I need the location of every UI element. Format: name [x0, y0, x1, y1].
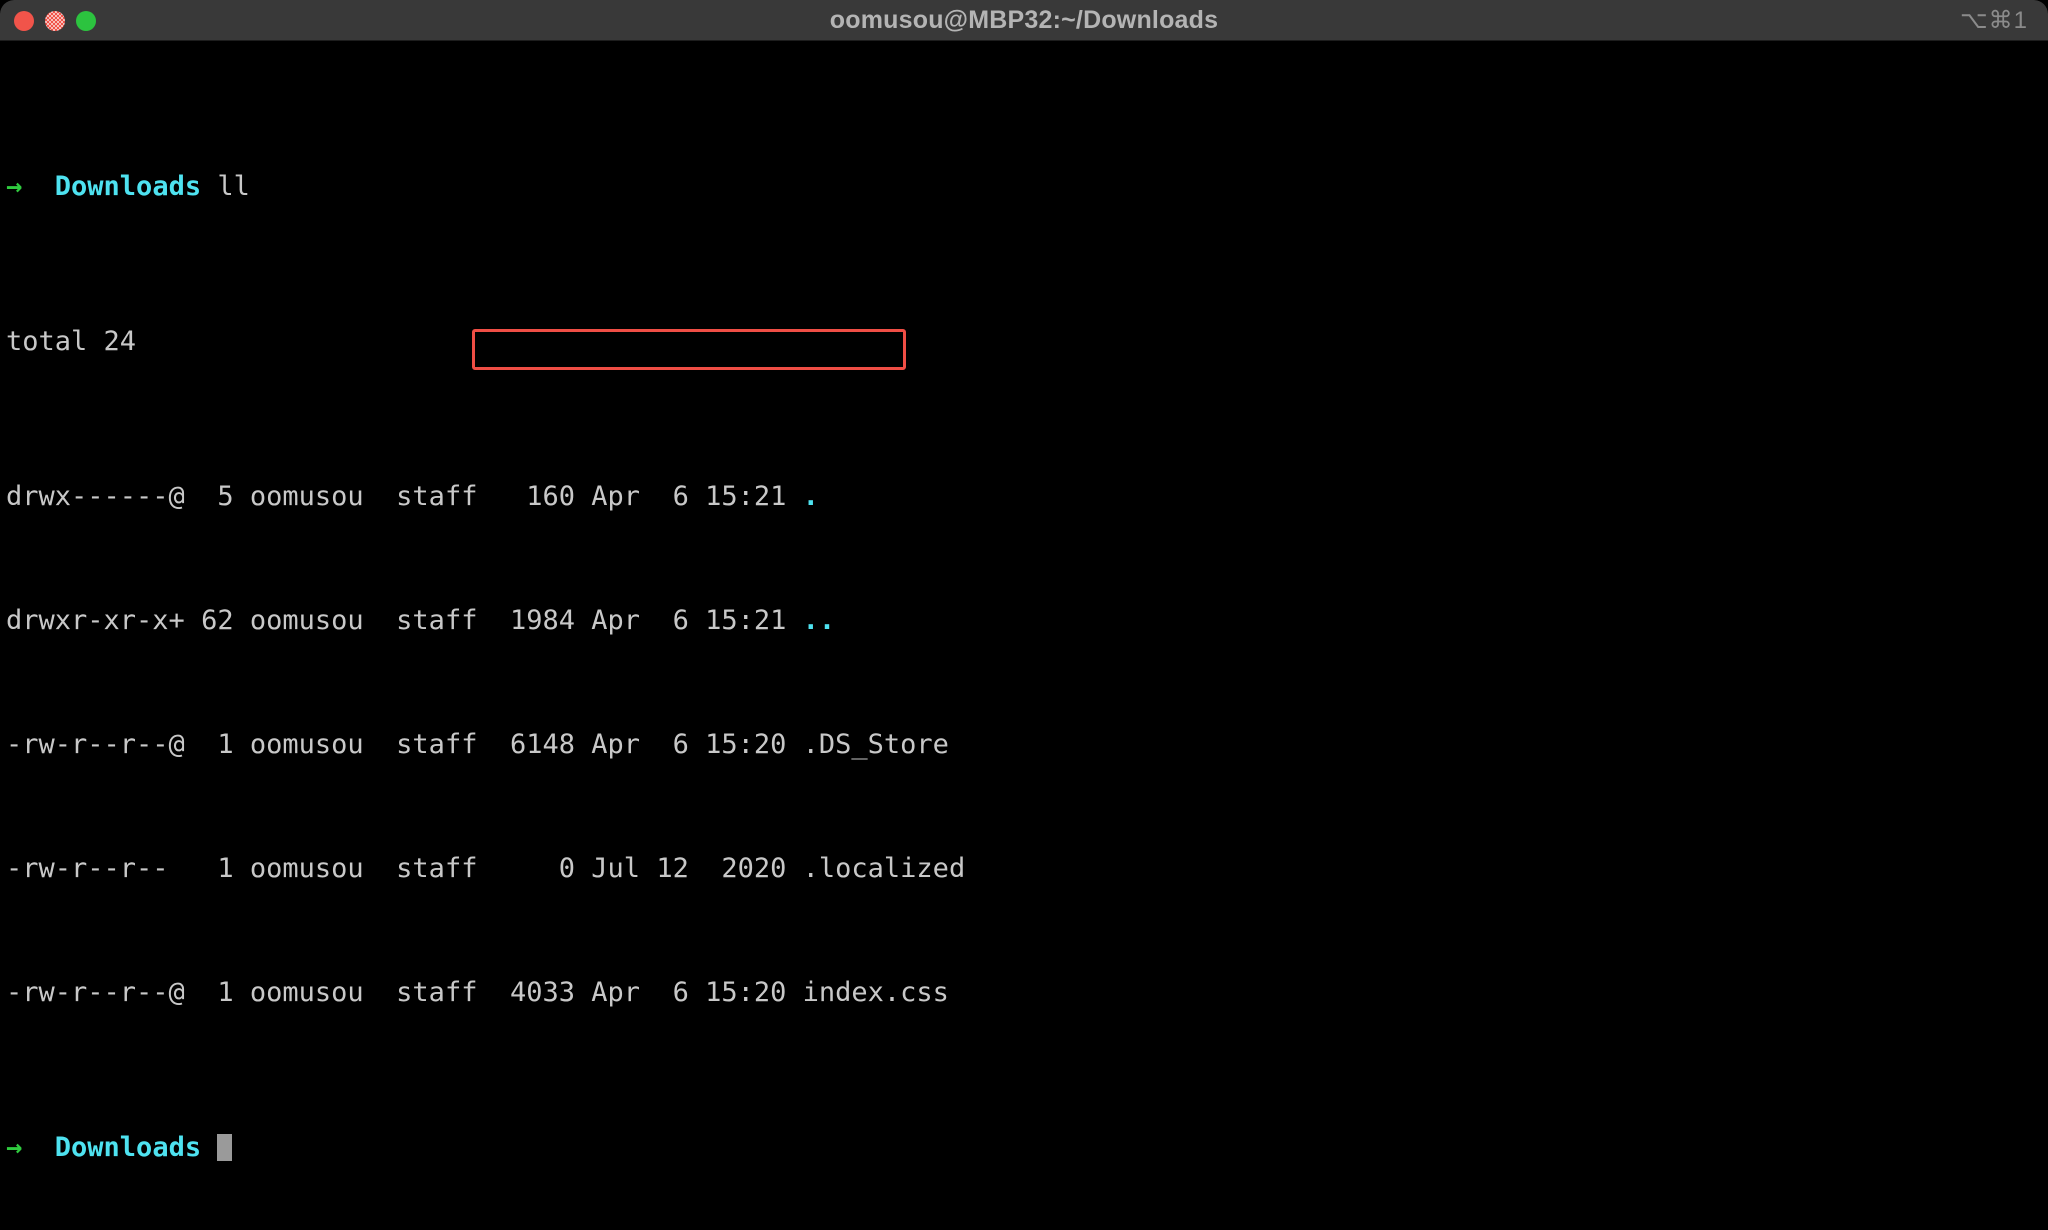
row-owner: oomusou — [249, 605, 364, 636]
active-prompt-line[interactable]: → Downloads — [6, 1132, 2048, 1163]
row-time: 15:21 — [705, 481, 787, 512]
row-month: Apr — [591, 605, 641, 636]
text-cursor — [217, 1134, 233, 1161]
row-day: 6 — [656, 481, 689, 512]
listing-row: drwx------@ 5 oomusou staff 160 Apr 6 15… — [6, 481, 2048, 512]
command-prompt-line: → Downloads ll — [6, 171, 2048, 202]
row-links: 62 — [201, 605, 234, 636]
row-links: 1 — [201, 729, 234, 760]
row-links: 1 — [201, 853, 234, 884]
close-window-button[interactable] — [14, 10, 34, 31]
row-owner: oomusou — [249, 977, 364, 1008]
row-owner: oomusou — [249, 729, 364, 760]
traffic-light-group — [14, 0, 96, 41]
row-month: Apr — [591, 729, 641, 760]
row-size: 1984 — [509, 605, 575, 636]
row-perms: drwx------@ — [6, 481, 185, 512]
row-day: 6 — [656, 605, 689, 636]
row-group: staff — [396, 605, 478, 636]
row-group: staff — [396, 853, 478, 884]
maximize-window-button[interactable] — [76, 10, 96, 31]
row-day: 12 — [656, 853, 689, 884]
row-time: 15:20 — [705, 729, 787, 760]
window-title: oomusou@MBP32:~/Downloads — [829, 5, 1219, 34]
row-size: 0 — [509, 853, 575, 884]
listing-row: -rw-r--r-- 1 oomusou staff 0 Jul 12 2020… — [6, 853, 2048, 884]
listing-row: drwxr-xr-x+ 62 oomusou staff 1984 Apr 6 … — [6, 605, 2048, 636]
prompt-cwd: Downloads — [54, 171, 202, 202]
listing-total-line: total 24 — [6, 326, 137, 357]
row-filename: .localized — [802, 853, 966, 884]
row-filename: . — [802, 481, 819, 512]
row-perms: drwxr-xr-x+ — [6, 605, 185, 636]
row-month: Apr — [591, 977, 641, 1008]
row-filename: .. — [802, 605, 836, 636]
row-group: staff — [396, 729, 478, 760]
row-perms: -rw-r--r--@ — [6, 729, 185, 760]
row-perms: -rw-r--r-- — [6, 853, 185, 884]
keyboard-shortcut-hint: ⌥⌘1 — [1959, 7, 2028, 34]
row-month: Jul — [591, 853, 641, 884]
window-titlebar: oomusou@MBP32:~/Downloads ⌥⌘1 — [0, 0, 2048, 41]
row-owner: oomusou — [249, 853, 364, 884]
row-time: 15:21 — [705, 605, 787, 636]
row-group: staff — [396, 481, 478, 512]
row-group: staff — [396, 977, 478, 1008]
row-month: Apr — [591, 481, 641, 512]
row-size: 4033 — [509, 977, 575, 1008]
terminal-output-area[interactable]: → Downloads ll total 24 drwx------@ 5 oo… — [0, 41, 2048, 1230]
row-links: 5 — [201, 481, 234, 512]
prompt-cwd: Downloads — [54, 1132, 202, 1163]
listing-row: -rw-r--r--@ 1 oomusou staff 6148 Apr 6 1… — [6, 729, 2048, 760]
prompt-arrow-icon: → — [6, 171, 23, 202]
row-links: 1 — [201, 977, 234, 1008]
terminal-window: oomusou@MBP32:~/Downloads ⌥⌘1 → Download… — [0, 0, 2048, 1230]
row-day: 6 — [656, 977, 689, 1008]
row-size: 160 — [509, 481, 575, 512]
listing-row: -rw-r--r--@ 1 oomusou staff 4033 Apr 6 1… — [6, 977, 2048, 1008]
row-filename: .DS_Store — [802, 729, 949, 760]
row-filename: index.css — [802, 977, 949, 1008]
row-size: 6148 — [509, 729, 575, 760]
row-perms: -rw-r--r--@ — [6, 977, 185, 1008]
row-time: 2020 — [705, 853, 787, 884]
row-time: 15:20 — [705, 977, 787, 1008]
row-day: 6 — [656, 729, 689, 760]
minimize-window-button[interactable] — [45, 10, 65, 31]
entered-command: ll — [217, 171, 250, 202]
prompt-arrow-icon: → — [6, 1132, 23, 1163]
row-owner: oomusou — [249, 481, 364, 512]
